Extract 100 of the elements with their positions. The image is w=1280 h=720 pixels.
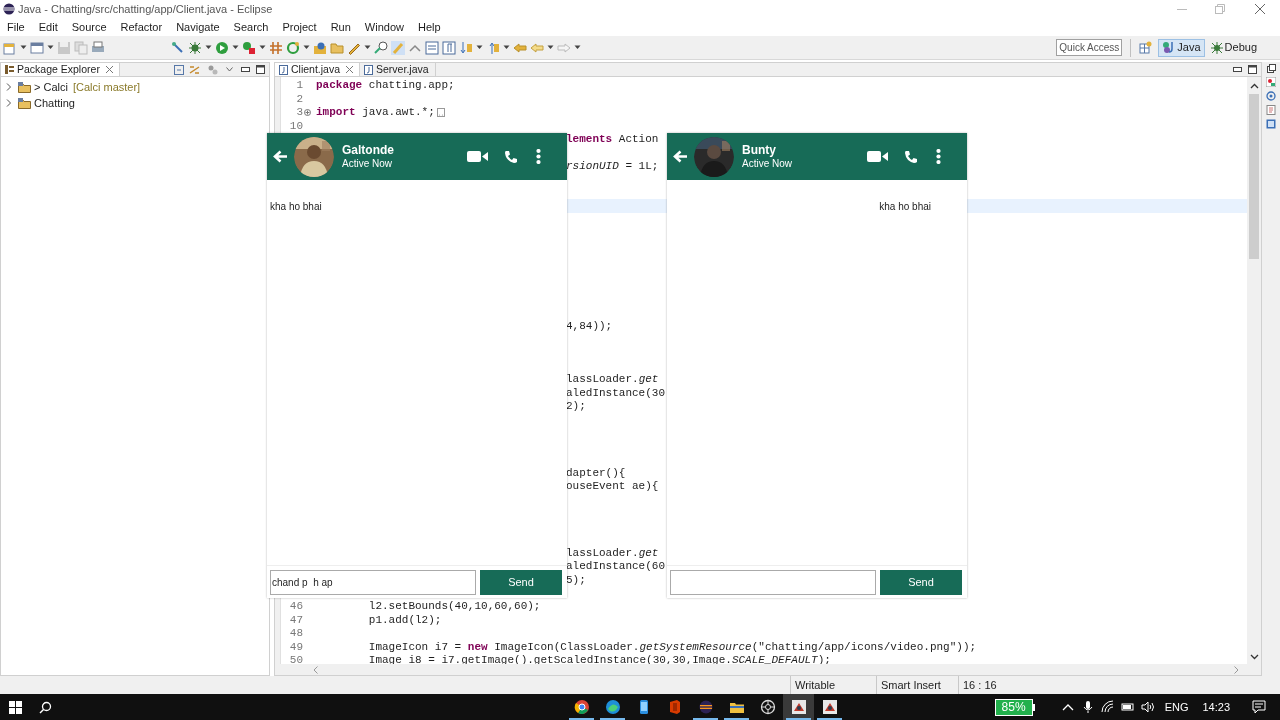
code-line: import java.awt.*; <box>316 105 435 121</box>
planet-icon <box>697 699 714 715</box>
line-number: 49 <box>289 639 303 655</box>
minimize-icon[interactable] <box>1233 66 1242 73</box>
clock[interactable]: 14:23 <box>1202 698 1230 716</box>
windows-start-icon[interactable] <box>9 700 22 714</box>
message-input[interactable]: chand p h ap <box>270 569 476 595</box>
menu-item[interactable]: Search <box>231 18 271 36</box>
pilcrow-icon[interactable] <box>442 40 456 55</box>
panel-tab[interactable]: Package Explorer <box>1 63 120 76</box>
more-vertical-icon[interactable] <box>936 149 941 164</box>
menu-item[interactable]: Edit <box>36 18 60 36</box>
link-icon[interactable] <box>189 64 200 75</box>
pin-icon[interactable] <box>171 40 185 55</box>
menu-item[interactable]: Refactor <box>118 18 165 36</box>
code-line: ouseEvent ae){ <box>566 479 659 495</box>
caret-icon[interactable] <box>547 45 554 50</box>
at-sign-icon[interactable] <box>1266 91 1276 101</box>
maximize-icon[interactable] <box>256 65 265 74</box>
caret-icon[interactable] <box>205 45 212 50</box>
maximize-icon[interactable] <box>1248 65 1257 74</box>
line-number: 10 <box>289 118 303 134</box>
send-button[interactable]: Send <box>880 569 962 595</box>
close-icon[interactable] <box>105 66 113 73</box>
perspective-button[interactable]: Debug <box>1206 38 1261 57</box>
back-arrow-icon[interactable] <box>673 150 688 163</box>
code-line: ImageIcon i7 = new ImageIcon(ClassLoader.getSystemResource("chatting/app/icons/video.png")); <box>367 639 977 655</box>
line-number: 48 <box>289 626 303 642</box>
bug-icon[interactable] <box>188 40 202 55</box>
menu-item[interactable]: File <box>5 18 27 36</box>
caret-icon[interactable] <box>232 45 239 50</box>
wave-logo-icon <box>604 699 621 715</box>
outline-icon[interactable] <box>1266 77 1276 87</box>
tree-item[interactable]: > Calci <box>34 78 68 96</box>
quick-access-field[interactable]: Quick Access <box>1056 39 1123 56</box>
line-number: 46 <box>289 599 303 615</box>
code-line: lassLoader.get <box>566 546 659 561</box>
printer-icon[interactable] <box>91 40 105 55</box>
run-tool-icon[interactable] <box>242 40 256 55</box>
video-camera-icon[interactable] <box>467 150 488 163</box>
search-icon[interactable] <box>39 700 52 714</box>
menu-item[interactable]: Run <box>328 18 353 36</box>
line-number: 50 <box>289 652 303 664</box>
code-line: p1.add(l2); <box>367 612 442 628</box>
volume-icon[interactable] <box>1140 700 1155 714</box>
collapsed-code-icon[interactable] <box>436 107 445 117</box>
caret-icon[interactable] <box>303 45 310 50</box>
notification-icon[interactable] <box>1252 700 1266 714</box>
horizontal-scrollbar[interactable] <box>275 664 1261 675</box>
status-text: Smart Insert <box>881 677 941 693</box>
contact-status: Active Now <box>342 156 393 171</box>
menu-item[interactable]: Window <box>362 18 406 36</box>
language-indicator[interactable]: ENG <box>1164 698 1189 716</box>
more-vertical-icon[interactable] <box>536 149 541 164</box>
perspective-button[interactable]: Java <box>1158 38 1205 57</box>
circle-logo-icon <box>573 699 590 715</box>
project-folder-icon <box>18 81 31 93</box>
code-line: l2.setBounds(40,10,60,60); <box>367 599 541 615</box>
menu-item[interactable]: Project <box>280 18 319 36</box>
collapse-icon[interactable] <box>174 64 184 75</box>
editor-tab[interactable]: Client.java <box>275 63 361 76</box>
menu-item[interactable]: Help <box>416 18 443 36</box>
wifi-icon[interactable] <box>1100 700 1115 714</box>
vertical-scrollbar[interactable] <box>1247 77 1261 664</box>
folder-globe-icon[interactable] <box>313 40 327 55</box>
battery-percent: 85% <box>994 698 1033 716</box>
send-button[interactable]: Send <box>480 569 562 595</box>
document-icon[interactable] <box>1266 105 1276 115</box>
caret-icon[interactable] <box>476 45 483 50</box>
caret-icon[interactable] <box>259 45 266 50</box>
back-arrow-icon[interactable] <box>273 150 288 163</box>
grid-icon[interactable] <box>1139 41 1153 54</box>
close-icon[interactable] <box>1255 4 1265 14</box>
phone-icon[interactable] <box>904 149 918 164</box>
close-icon[interactable] <box>346 66 354 73</box>
taskbar-app[interactable] <box>783 694 814 720</box>
caret-icon[interactable] <box>226 67 233 72</box>
scrollbar-thumb[interactable] <box>1249 94 1259 259</box>
message-input[interactable] <box>670 569 876 595</box>
package-icon <box>5 65 14 74</box>
caret-icon[interactable] <box>20 45 27 50</box>
console-icon[interactable] <box>1266 119 1276 129</box>
tree-item[interactable]: Chatting <box>34 94 75 112</box>
video-camera-icon[interactable] <box>867 150 888 163</box>
restore-icon[interactable] <box>1266 64 1276 73</box>
caret-icon[interactable] <box>364 45 371 50</box>
minimize-icon[interactable] <box>241 66 250 73</box>
fold-plus-icon[interactable] <box>304 108 311 116</box>
window-icon[interactable] <box>30 40 44 55</box>
caret-icon[interactable] <box>574 45 581 50</box>
battery-icon[interactable] <box>1120 700 1135 714</box>
phone-icon[interactable] <box>504 149 518 164</box>
status-text: Writable <box>795 677 836 693</box>
menu-item[interactable]: Source <box>69 18 109 36</box>
menu-item[interactable]: Navigate <box>174 18 222 36</box>
filter-icon[interactable] <box>208 64 218 75</box>
java-file-icon <box>279 64 288 75</box>
code-line: lassLoader.get <box>566 372 659 388</box>
caret-icon[interactable] <box>47 45 54 50</box>
caret-icon[interactable] <box>503 45 510 50</box>
